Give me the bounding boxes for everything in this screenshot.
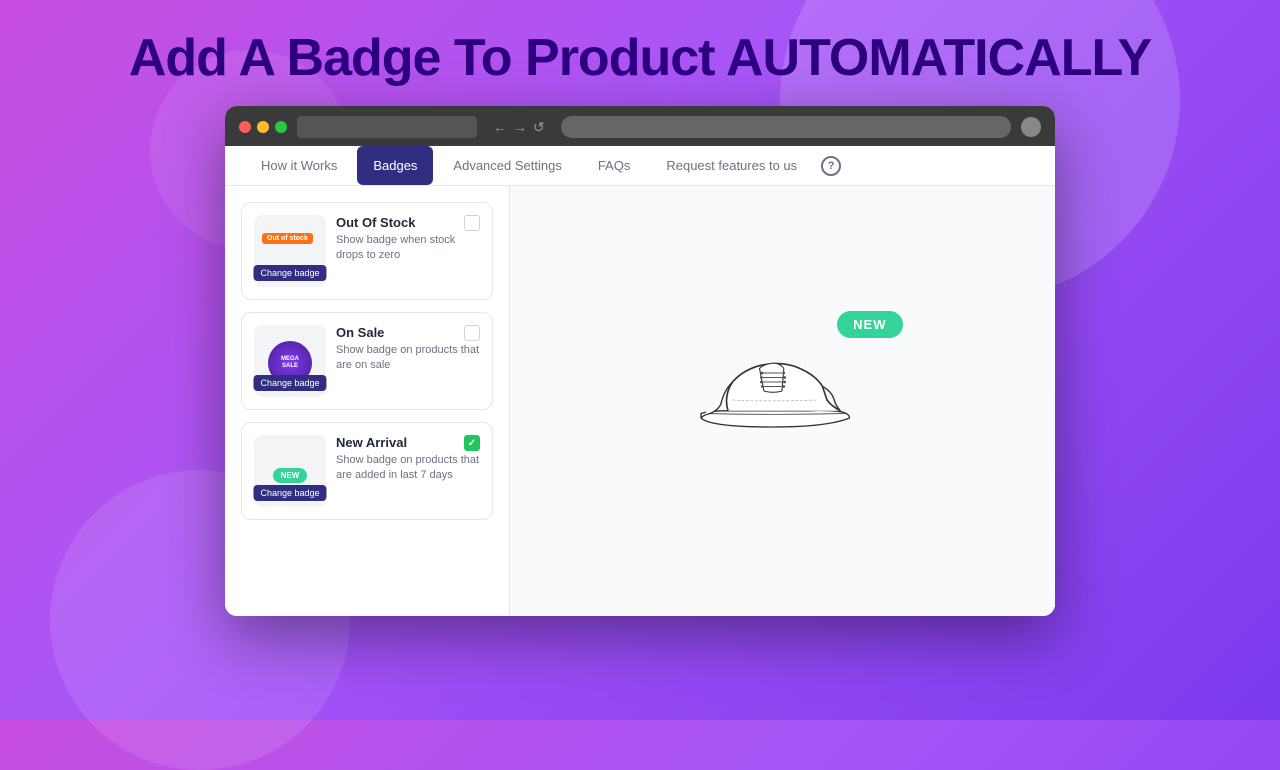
tab-advanced-settings[interactable]: Advanced Settings [437,146,577,185]
out-of-stock-badge-label: Out of stock [262,227,313,245]
badge-card-out-of-stock: Out of stock Change badge Out Of Stock S… [241,202,493,300]
badge-desc-out-of-stock: Show badge when stock drops to zero [336,233,480,264]
app-content: How it Works Badges Advanced Settings FA… [225,146,1055,616]
forward-button[interactable]: → [513,119,527,135]
new-badge-display: NEW [837,311,902,338]
maximize-button[interactable] [275,121,287,133]
badge-preview-out-of-stock: Out of stock Change badge [254,215,326,287]
badge-name-on-sale: On Sale [336,325,480,340]
badge-name-new-arrival: New Arrival [336,435,480,450]
refresh-button[interactable]: ↺ [533,119,545,136]
badge-info-out-of-stock: Out Of Stock Show badge when stock drops… [336,215,480,264]
browser-window: ← → ↺ How it Works Badges Advanced Setti… [225,106,1055,616]
change-badge-btn-out-of-stock[interactable]: Change badge [253,265,326,281]
address-bar[interactable] [561,116,1011,138]
help-icon[interactable]: ? [821,156,841,176]
badge-preview-new-arrival: NEW Change badge [254,435,326,507]
back-button[interactable]: ← [493,119,507,135]
mega-sale-text: MEGASALE [281,356,299,370]
url-bar-short [297,116,477,138]
browser-chrome: ← → ↺ [225,106,1055,146]
minimize-button[interactable] [257,121,269,133]
main-layout: Out of stock Change badge Out Of Stock S… [225,186,1055,616]
badge-desc-on-sale: Show badge on products that are on sale [336,343,480,374]
browser-nav: ← → ↺ [493,119,545,136]
checkbox-on-sale[interactable] [464,325,480,341]
checkmark-icon: ✓ [468,438,476,449]
browser-avatar [1021,117,1041,137]
heading-white: Add A Badge To Product [129,29,726,87]
badge-info-new-arrival: New Arrival Show badge on products that … [336,435,480,484]
main-heading: Add A Badge To Product AUTOMATICALLY [0,0,1280,88]
new-arrival-badge: NEW [273,468,308,483]
checkbox-new-arrival[interactable]: ✓ [464,435,480,451]
tab-request-features[interactable]: Request features to us [650,146,813,185]
nav-tabs: How it Works Badges Advanced Settings FA… [225,146,1055,186]
badge-desc-new-arrival: Show badge on products that are added in… [336,453,480,484]
shoe-illustration [683,341,863,441]
heading-purple: AUTOMATICALLY [726,29,1151,87]
shoe-container: NEW [683,341,883,461]
tab-how-it-works[interactable]: How it Works [245,146,353,185]
badge-name-out-of-stock: Out Of Stock [336,215,480,230]
badge-card-on-sale: MEGASALE Change badge On Sale Show badge… [241,312,493,410]
badge-card-new-arrival: NEW Change badge New Arrival Show badge … [241,422,493,520]
change-badge-btn-on-sale[interactable]: Change badge [253,375,326,391]
out-of-stock-badge: Out of stock [262,233,313,244]
change-badge-btn-new-arrival[interactable]: Change badge [253,485,326,501]
checkbox-out-of-stock[interactable] [464,215,480,231]
traffic-lights [239,121,287,133]
tab-badges[interactable]: Badges [357,146,433,185]
left-panel: Out of stock Change badge Out Of Stock S… [225,186,510,616]
badge-preview-on-sale: MEGASALE Change badge [254,325,326,397]
right-panel: NEW [510,186,1055,616]
badge-info-on-sale: On Sale Show badge on products that are … [336,325,480,374]
close-button[interactable] [239,121,251,133]
tab-faqs[interactable]: FAQs [582,146,647,185]
